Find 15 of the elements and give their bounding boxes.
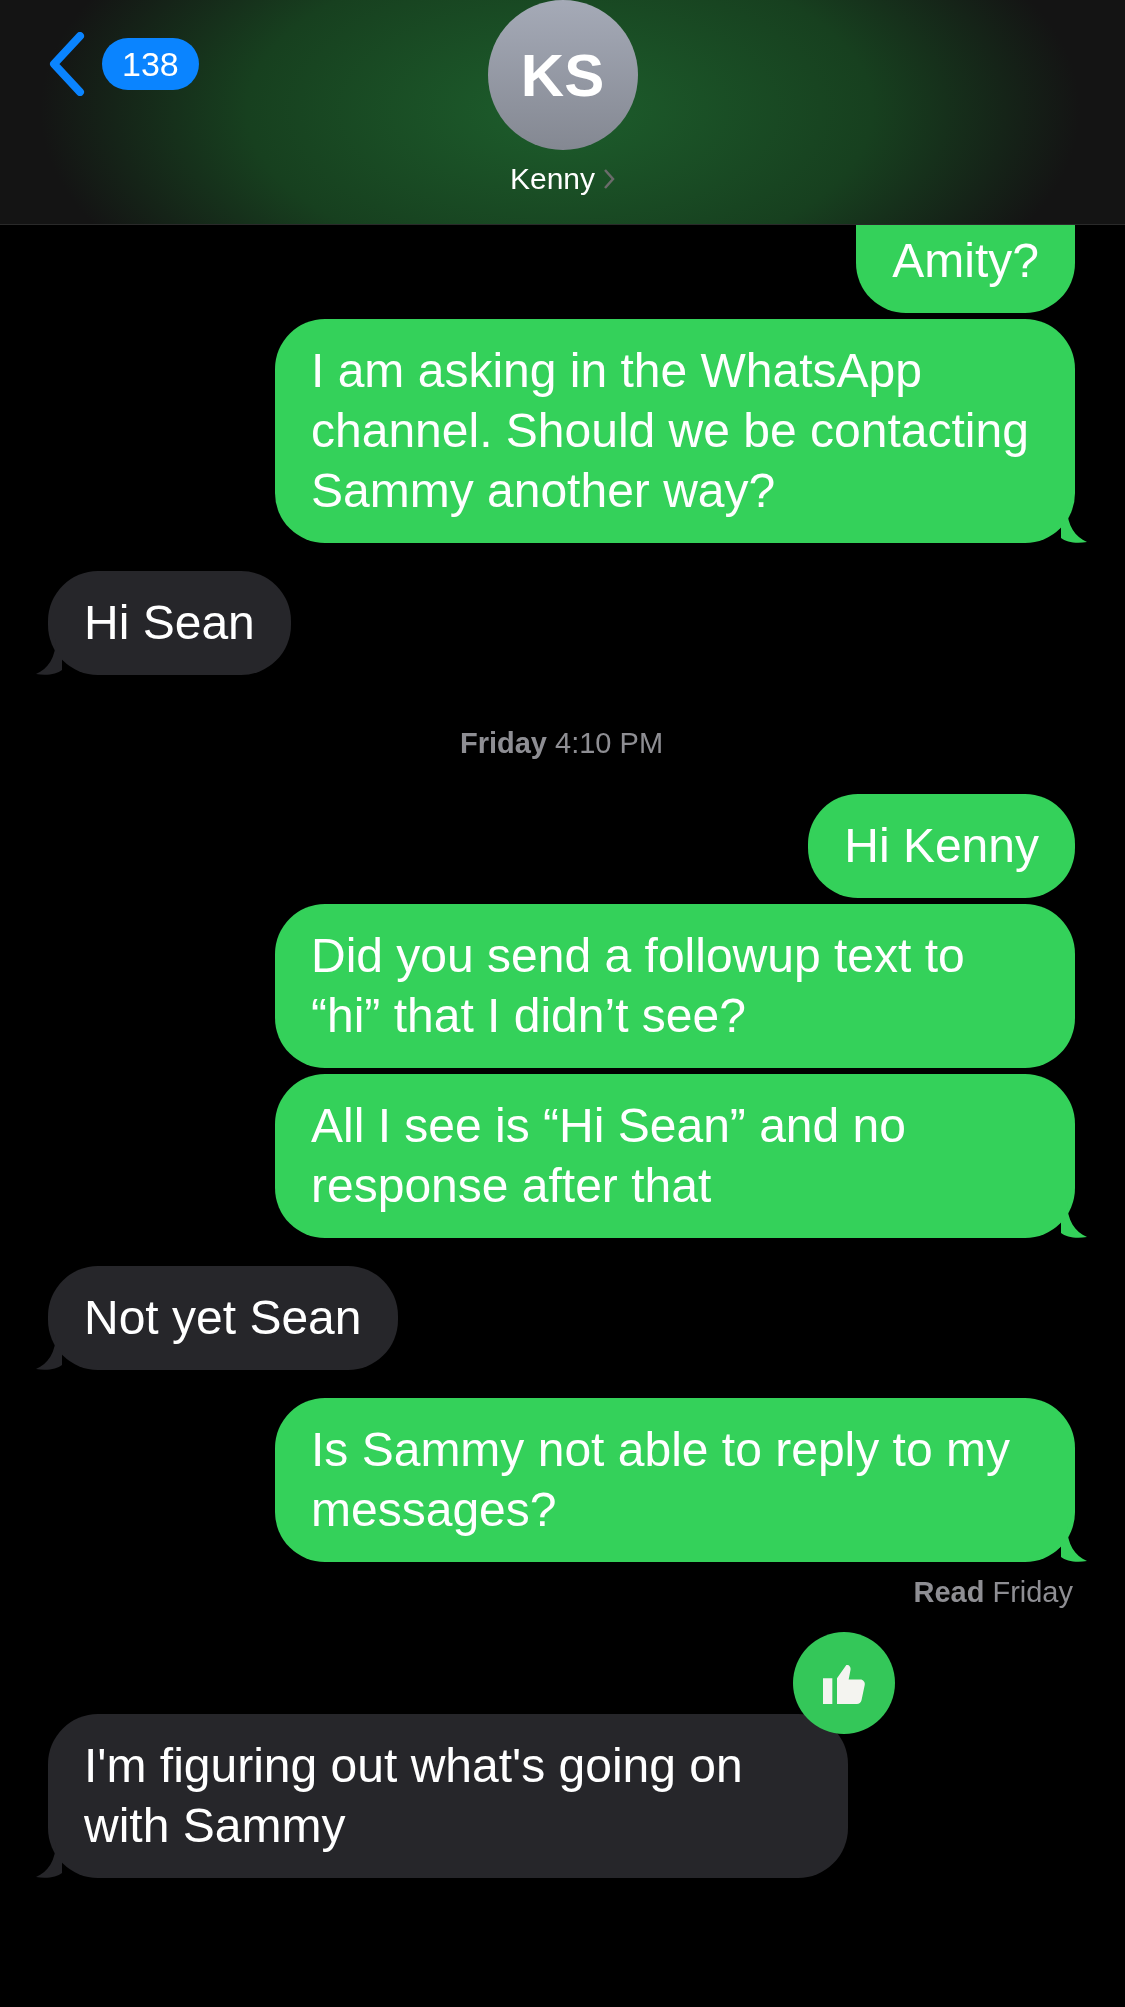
sent-message: I am asking in the WhatsApp channel. Should we be contacting Sammy another way? — [275, 319, 1075, 543]
received-message: Not yet Sean — [48, 1266, 398, 1370]
sent-message: Is Sammy not able to reply to my messages? — [275, 1398, 1075, 1562]
back-chevron-icon[interactable] — [48, 32, 86, 96]
contact-name[interactable]: Kenny — [509, 162, 596, 196]
unread-count-badge[interactable]: 138 — [102, 38, 199, 90]
timestamp: Friday 4:10 PM — [459, 727, 664, 760]
contact-avatar[interactable]: KS — [487, 0, 638, 150]
sent-message: Hi Kenny — [808, 794, 1075, 898]
sent-message: Did you send a followup text to “hi” that I didn’t see? — [275, 904, 1075, 1068]
sent-message: Amity? — [856, 225, 1075, 313]
sent-message: All I see is “Hi Sean” and no response after that — [275, 1074, 1075, 1238]
received-message: Hi Sean — [48, 571, 291, 675]
read-receipt: Read Friday — [913, 1576, 1073, 1609]
received-message: I'm figuring out what's going on with Sammy — [48, 1714, 848, 1878]
